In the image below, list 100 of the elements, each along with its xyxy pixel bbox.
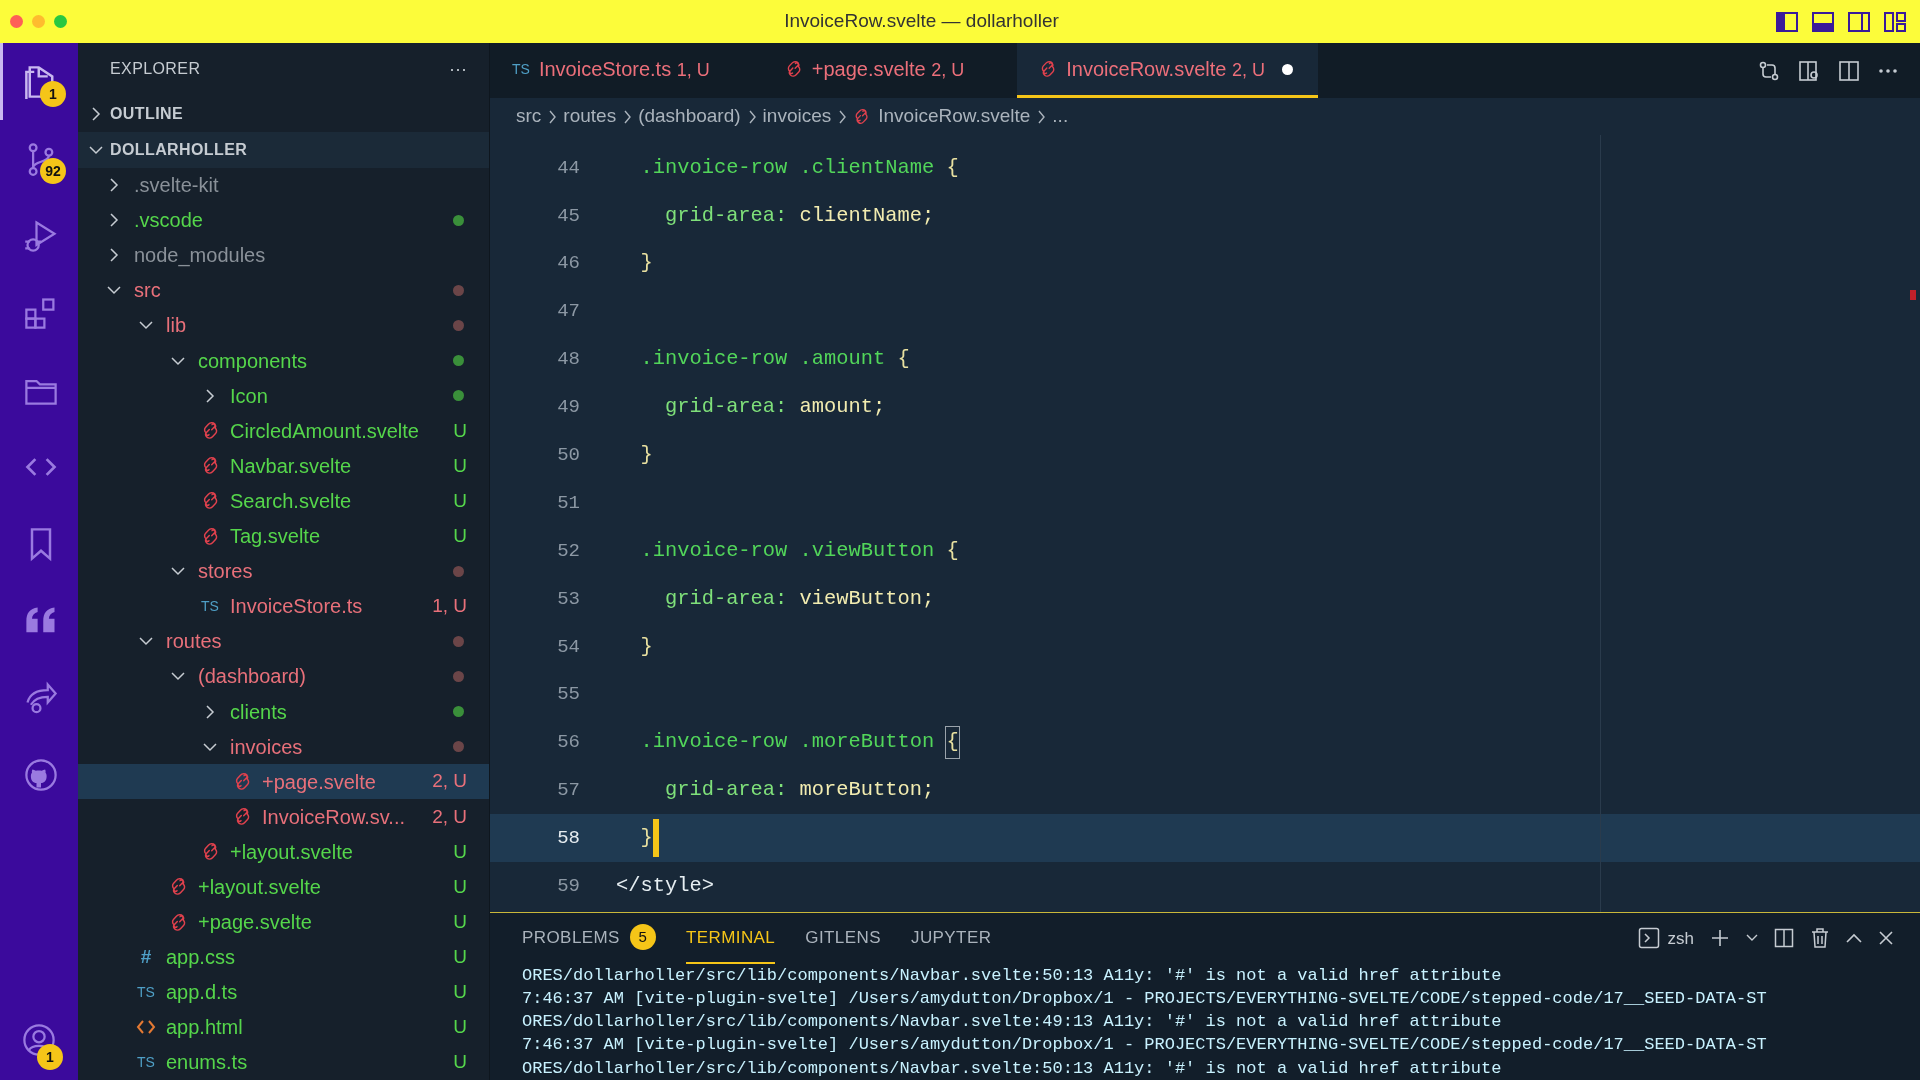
- tree-item[interactable]: TS InvoiceStore.ts 1, U: [78, 588, 489, 624]
- git-status-label: U: [453, 453, 467, 478]
- breadcrumb-item[interactable]: src: [516, 102, 542, 131]
- tree-item[interactable]: +layout.svelte U: [78, 834, 489, 870]
- trash-icon[interactable]: [1810, 927, 1830, 950]
- split-terminal-icon[interactable]: [1774, 928, 1794, 949]
- svelte-icon: [853, 108, 871, 125]
- tree-item[interactable]: components: [78, 343, 489, 379]
- tree-item[interactable]: stores: [78, 553, 489, 589]
- close-window-button[interactable]: [10, 15, 23, 28]
- typescript-file-icon: TS: [201, 595, 219, 617]
- tree-item[interactable]: TS enums.ts U: [78, 1044, 489, 1080]
- file-name: node_modules: [134, 243, 267, 269]
- line-number: 57: [556, 778, 580, 804]
- file-name: app.html: [166, 1015, 244, 1041]
- file-name: lib: [166, 313, 187, 339]
- terminal-line: 7:46:37 AM [vite-plugin-svelte] /Users/amydutton/Dropbox/1 - PROJECTS/EVERYTHING-SVELTE/CODE/stepped-code/17__SEED-DATA-ST: [522, 1034, 1768, 1057]
- code-token: }: [639, 633, 653, 660]
- git-status-label: 2, U: [432, 804, 467, 829]
- file-name: Search.svelte: [230, 488, 353, 514]
- tree-item[interactable]: CircledAmount.svelte U: [78, 413, 489, 449]
- section-header[interactable]: DOLLARHOLLER: [78, 131, 489, 168]
- git-status-label: U: [453, 909, 467, 934]
- notification-badge: 92: [40, 158, 66, 184]
- section-header[interactable]: OUTLINE: [78, 95, 489, 132]
- split-editor-icon[interactable]: [1838, 59, 1860, 82]
- git-status-label: 2, U: [432, 769, 467, 794]
- count-badge: 5: [629, 924, 656, 951]
- tree-item[interactable]: app.html U: [78, 1009, 489, 1045]
- tree-item[interactable]: lib: [78, 307, 489, 344]
- file-name: Tag.svelte: [230, 524, 322, 550]
- tree-item[interactable]: +layout.svelte U: [78, 869, 489, 905]
- git-status-label: U: [453, 944, 467, 969]
- text-cursor: [652, 819, 659, 858]
- toggle-secondary-sidebar-icon[interactable]: [1848, 11, 1870, 32]
- account-button[interactable]: 1: [0, 1000, 78, 1080]
- code-token: }: [639, 442, 653, 468]
- terminal-line: 7:46:37 AM [vite-plugin-svelte] /Users/amydutton/Dropbox/1 - PROJECTS/EVERYTHING-SVELTE/CODE/stepped-code/17__SEED-DATA-ST: [522, 987, 1768, 1010]
- error-marker: [1910, 290, 1916, 300]
- notification-badge: 1: [40, 81, 66, 107]
- new-terminal-icon[interactable]: [1710, 928, 1730, 949]
- tree-item[interactable]: +page.svelte 2, U: [78, 764, 489, 800]
- tree-item[interactable]: InvoiceRow.sv... 2, U: [78, 799, 489, 835]
- tree-item[interactable]: clients: [78, 693, 489, 730]
- tree-item[interactable]: Icon: [78, 378, 489, 414]
- code-token: moreButton;: [799, 777, 935, 804]
- tree-item[interactable]: invoices: [78, 729, 489, 765]
- notification-badge: 1: [37, 1044, 63, 1070]
- file-name: Navbar.svelte: [230, 453, 353, 479]
- file-name: app.d.ts: [166, 980, 239, 1006]
- typescript-file-icon: TS: [512, 58, 530, 80]
- typescript-file-icon: TS: [137, 1051, 155, 1073]
- chevron-down-icon[interactable]: [1746, 934, 1758, 943]
- git-status-label: U: [453, 488, 467, 513]
- code-token: .invoice-row .clientName: [639, 154, 935, 181]
- editor-tab[interactable]: InvoiceRow.svelte 2, U: [1017, 43, 1318, 98]
- line-number: 49: [556, 395, 580, 421]
- breadcrumb-item[interactable]: routes: [563, 102, 617, 131]
- panel-tab[interactable]: PROBLEMS 5: [522, 913, 656, 964]
- tree-item[interactable]: # app.css U: [78, 939, 489, 975]
- panel-tab[interactable]: TERMINAL: [685, 913, 776, 964]
- file-name: (dashboard): [198, 664, 307, 690]
- tree-item[interactable]: .svelte-kit: [78, 167, 489, 203]
- tree-item[interactable]: routes: [78, 623, 489, 659]
- tree-item[interactable]: Search.svelte U: [78, 483, 489, 519]
- compare-changes-icon[interactable]: [1758, 59, 1780, 82]
- breadcrumb-item[interactable]: invoices: [762, 102, 832, 131]
- sidebar-title: EXPLORER: [110, 59, 201, 80]
- toggle-sidebar-icon[interactable]: [1776, 11, 1798, 32]
- panel-tab[interactable]: JUPYTER: [910, 913, 992, 964]
- breadcrumb-item[interactable]: InvoiceRow.svelte: [853, 102, 1031, 131]
- customize-layout-icon[interactable]: [1884, 11, 1906, 32]
- code-token: grid-area:: [663, 777, 788, 804]
- code-token: viewButton;: [799, 585, 935, 612]
- tree-item[interactable]: Navbar.svelte U: [78, 448, 489, 484]
- line-number: 45: [556, 203, 580, 229]
- activity-bar-button[interactable]: 92: [0, 120, 78, 197]
- file-name: +page.svelte: [198, 910, 313, 936]
- tree-item[interactable]: .vscode: [78, 202, 489, 238]
- close-panel-icon[interactable]: [1878, 930, 1894, 947]
- tree-item[interactable]: (dashboard): [78, 658, 489, 694]
- code-token: grid-area:: [663, 394, 788, 421]
- file-name: Icon: [230, 383, 269, 409]
- tree-item[interactable]: +page.svelte U: [78, 904, 489, 940]
- tree-item[interactable]: node_modules: [78, 237, 489, 273]
- breadcrumb-item[interactable]: (dashboard): [638, 102, 741, 131]
- tree-item[interactable]: TS app.d.ts U: [78, 974, 489, 1010]
- toggle-panel-icon[interactable]: [1812, 11, 1834, 32]
- open-preview-icon[interactable]: [1798, 59, 1820, 82]
- terminal-line: ORES/dollarholler/src/lib/components/Navbar.svelte:50:13 A11y: '#' is not a valid href attribute: [522, 964, 1503, 987]
- more-actions-icon[interactable]: [1878, 67, 1898, 74]
- tree-item[interactable]: src: [78, 272, 489, 308]
- terminal-shell-label[interactable]: zsh: [1667, 925, 1694, 951]
- tree-item[interactable]: Tag.svelte U: [78, 518, 489, 554]
- more-actions-button[interactable]: ···: [449, 55, 467, 83]
- breadcrumb-item[interactable]: ...: [1052, 102, 1069, 131]
- maximize-panel-icon[interactable]: [1846, 933, 1862, 944]
- chevron-right-icon: [746, 109, 757, 124]
- panel-tab[interactable]: GITLENS: [805, 913, 881, 964]
- code-token: }: [639, 250, 653, 277]
